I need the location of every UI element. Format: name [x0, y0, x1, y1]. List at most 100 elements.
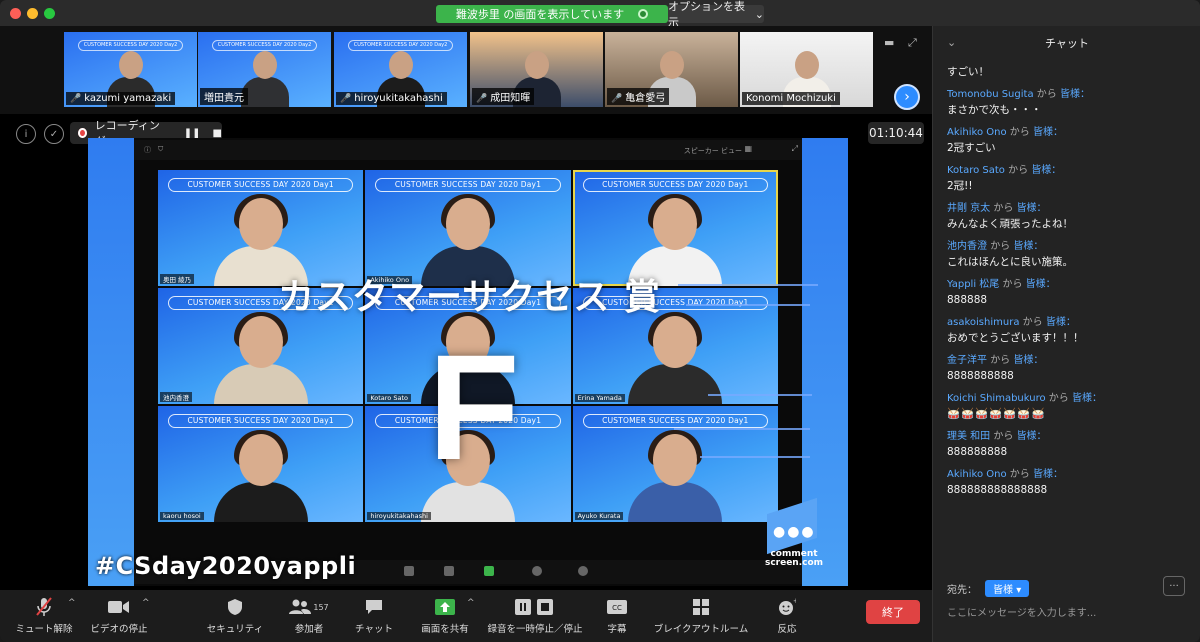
chat-message-list[interactable]: すごい！ Tomonobu Sugita から 皆様： まさかで次も・・・ Akih…: [947, 64, 1193, 506]
cell-banner: CUSTOMER SUCCESS DAY 2020 Day1: [582, 178, 768, 192]
inner-fullscreen-icon: ⤢: [791, 144, 798, 153]
participant-video: [206, 430, 316, 522]
chat-message-text: まさかで次も・・・: [947, 104, 1042, 116]
participants-button[interactable]: 157 参加者: [284, 596, 334, 635]
breakout-rooms-button[interactable]: ブレイクアウトルーム: [652, 596, 750, 635]
chat-from-word: から: [1009, 127, 1030, 138]
participant-name: 成田知暉: [490, 93, 531, 104]
minimize-window-button[interactable]: [27, 8, 38, 19]
chat-from-word: から: [990, 355, 1011, 366]
shared-screen-area: i ✓ レコーディング... ❚❚ ■ 01:10:44 ⓘ ⛉ スピーカー ビ…: [0, 114, 932, 590]
unmute-button[interactable]: ミュート解除: [14, 596, 74, 635]
chat-from-word: から: [1009, 469, 1030, 480]
chat-message-meta: Akihiko Ono から 皆様：: [947, 468, 1193, 482]
chat-message: Kotaro Sato から 皆様： 2冠!!: [947, 164, 1193, 194]
pause-stop-recording-button[interactable]: 録音を一時停止／停止: [486, 596, 584, 635]
stop-video-label: ビデオの停止: [90, 624, 148, 635]
recipient-select[interactable]: 皆様 ▾: [985, 580, 1030, 597]
chat-message-meta: 理美 和田 から 皆様：: [947, 430, 1193, 444]
chat-sender: Yappli 松尾: [947, 279, 1000, 290]
chat-message-meta: 金子洋平 から 皆様：: [947, 354, 1193, 368]
chat-message-text: 2冠すごい: [947, 142, 996, 154]
chat-message: Tomonobu Sugita から 皆様： まさかで次も・・・: [947, 88, 1193, 118]
chat-message-meta: Yappli 松尾 から 皆様：: [947, 278, 1193, 292]
more-options-icon[interactable]: ···: [1163, 576, 1185, 596]
end-meeting-button[interactable]: 終了: [866, 600, 920, 624]
chat-message-meta: 井剛 京太 から 皆様：: [947, 202, 1193, 216]
chat-recipient: 皆様：: [1045, 317, 1076, 328]
participant-thumbnail[interactable]: 🎤 成田知暉: [470, 32, 603, 107]
stop-recording-icon[interactable]: ■: [213, 128, 222, 139]
award-letter: F: [428, 323, 520, 491]
chat-sender: 池内香澄: [947, 241, 987, 252]
caret-down-icon: ▾: [1016, 585, 1022, 596]
participant-name-tag: 🎤 成田知暉: [472, 88, 535, 105]
chat-button[interactable]: チャット: [352, 596, 396, 635]
inner-speaker-view-label: スピーカー ビュー: [683, 147, 742, 155]
inner-reaction-icon: [578, 566, 588, 576]
chat-message-input[interactable]: [947, 604, 1187, 622]
thumbnail-layout-icon[interactable]: ▬: [884, 36, 898, 49]
chat-recipient: 皆様：: [1016, 431, 1047, 442]
inner-shield-icon: ⛉: [158, 145, 164, 153]
chat-sender: Tomonobu Sugita: [947, 89, 1034, 100]
share-status-icon: [638, 9, 649, 19]
recipient-label: 宛先：: [947, 585, 977, 596]
shield-check-icon[interactable]: ✓: [44, 124, 64, 144]
fullscreen-icon[interactable]: ⤢: [908, 36, 922, 49]
participant-name-tag: 🎤 kazumi yamazaki: [66, 92, 176, 105]
chat-message-meta: Kotaro Sato から 皆様：: [947, 164, 1193, 178]
record-dot-icon: [78, 128, 87, 138]
participant-name: Konomi Mochizuki: [746, 93, 836, 104]
participant-thumbnail[interactable]: CUSTOMER SUCCESS DAY 2020 Day2 🎤 hiroyukit…: [334, 32, 467, 107]
view-options-button[interactable]: オプションを表示 ⌄: [668, 0, 764, 29]
deco-line: [674, 428, 810, 430]
share-options-caret-icon[interactable]: ^: [467, 598, 475, 608]
share-screen-button[interactable]: 画面を共有: [420, 596, 470, 635]
chat-message: Yappli 松尾 から 皆様： 888888: [947, 278, 1193, 308]
participant-name-tag: 🎤 hiroyukitakahashi: [336, 92, 447, 105]
chat-bubble-icon: [352, 596, 396, 618]
chat-message-text: すごい！: [947, 66, 989, 78]
inner-grid-icon: ▦: [744, 144, 752, 153]
info-icon[interactable]: i: [16, 124, 36, 144]
participant-thumbnail[interactable]: 🎤 亀倉愛弓: [605, 32, 738, 107]
participant-thumbnail[interactable]: CUSTOMER SUCCESS DAY 2020 Day2 🎤 kazumi ya…: [64, 32, 197, 107]
chat-recipient: 皆様：: [1032, 469, 1063, 480]
chat-recipient: 皆様：: [1071, 393, 1102, 404]
muted-mic-icon: [14, 596, 74, 618]
video-options-caret-icon[interactable]: ^: [142, 598, 150, 608]
participant-name: 亀倉愛弓: [625, 93, 666, 104]
participant-name-tag: 🎤 亀倉愛弓: [607, 88, 670, 105]
next-page-button[interactable]: ›: [894, 84, 920, 110]
chat-message-text: みんなよく頑張ったよね！: [947, 218, 1073, 230]
cell-name-tag: Kotaro Sato: [367, 394, 411, 402]
chat-sender: 理美 和田: [947, 431, 991, 442]
muted-mic-icon: 🎤: [340, 94, 352, 104]
audio-options-caret-icon[interactable]: ^: [68, 598, 76, 608]
inner-participants-icon: [404, 566, 414, 576]
inner-record-icon: [532, 566, 542, 576]
inner-info-icon: ⓘ: [144, 146, 151, 154]
participant-name: 増田貴元: [204, 93, 244, 104]
chat-sender: Kotaro Sato: [947, 165, 1005, 176]
closed-caption-button[interactable]: CC 字幕: [600, 596, 634, 635]
chat-message: Akihiko Ono から 皆様： 2冠すごい: [947, 126, 1193, 156]
reactions-button[interactable]: + 反応: [770, 596, 804, 635]
recipient-value: 皆様: [993, 585, 1013, 596]
chat-message: Koichi Shimabukuro から 皆様： 🥁🥁🥁🥁🥁🥁🥁: [947, 392, 1193, 422]
comment-screen-logo: ●●● comment screen.com: [763, 497, 823, 568]
zoom-window-button[interactable]: [44, 8, 55, 19]
participant-thumbnail[interactable]: Konomi Mochizuki: [740, 32, 873, 107]
chat-message-text: 8888888888: [947, 370, 1014, 382]
participants-icon: 157: [284, 596, 334, 618]
security-button[interactable]: セキュリティ: [202, 596, 268, 635]
chat-recipient: 皆様：: [1059, 89, 1090, 100]
deco-line: [678, 284, 818, 286]
chat-message: すごい！: [947, 64, 1193, 80]
chat-from-word: から: [993, 203, 1014, 214]
participant-name: hiroyukitakahashi: [354, 93, 443, 104]
pause-recording-icon[interactable]: ❚❚: [184, 128, 201, 139]
close-window-button[interactable]: [10, 8, 21, 19]
participant-thumbnail[interactable]: CUSTOMER SUCCESS DAY 2020 Day2 増田貴元: [198, 32, 331, 107]
